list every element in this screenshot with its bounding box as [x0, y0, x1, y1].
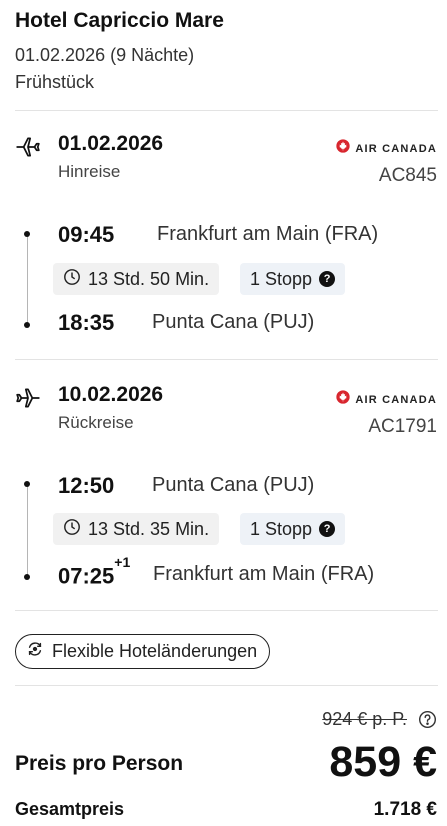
outbound-flight-number: AC845: [378, 165, 437, 186]
plane-departure-icon: [15, 134, 41, 160]
outbound-departure-time: 09:45: [58, 222, 115, 247]
return-duration-chip: 13 Std. 35 Min.: [53, 513, 220, 545]
clock-icon: [63, 268, 81, 291]
outbound-departure-place: Frankfurt am Main (FRA): [157, 223, 379, 245]
return-arrival-time: 07:25+1: [58, 554, 130, 589]
return-stops-chip[interactable]: 1 Stopp ?: [240, 513, 346, 545]
hotel-board: Frühstück: [15, 72, 95, 92]
outbound-duration: 13 Std. 50 Min.: [88, 268, 210, 289]
info-icon[interactable]: [418, 710, 437, 729]
divider: [15, 685, 438, 686]
outbound-timeline: [27, 234, 28, 324]
old-price: 924 € p. P.: [322, 709, 407, 729]
return-arrival-place: Frankfurt am Main (FRA): [153, 563, 375, 585]
total-price-value: 1.718 €: [373, 799, 437, 820]
outbound-stops-chip[interactable]: 1 Stopp ?: [240, 263, 346, 295]
plane-return-icon: [15, 385, 41, 411]
flex-change-icon: [26, 640, 44, 663]
outbound-duration-chip: 13 Std. 50 Min.: [53, 263, 220, 295]
return-timeline: [27, 484, 28, 576]
airline-name: AIR CANADA: [355, 393, 437, 406]
maple-leaf-icon: [336, 139, 350, 158]
hotel-name: Hotel Capriccio Mare: [15, 9, 224, 32]
day-offset: +1: [114, 554, 131, 570]
outbound-flight: 01.02.2026 Hinreise AIR CANADA AC845: [0, 132, 447, 372]
flexible-changes-label: Flexible Hoteländerungen: [52, 641, 258, 661]
outbound-stops: 1 Stopp: [250, 268, 313, 289]
outbound-arrival-place: Punta Cana (PUJ): [152, 311, 315, 333]
return-direction: Rückreise: [58, 413, 134, 432]
airline-logo: AIR CANADA: [336, 390, 437, 409]
divider: [15, 359, 438, 360]
outbound-direction: Hinreise: [58, 162, 121, 181]
clock-icon: [63, 518, 81, 541]
total-price-label: Gesamtpreis: [15, 799, 125, 819]
maple-leaf-icon: [336, 390, 350, 409]
question-icon[interactable]: ?: [319, 521, 336, 537]
return-duration: 13 Std. 35 Min.: [88, 518, 210, 539]
airline-name: AIR CANADA: [355, 142, 437, 155]
arrival-dot: [24, 322, 30, 328]
return-date: 10.02.2026: [58, 383, 164, 406]
departure-dot: [24, 231, 30, 237]
question-icon[interactable]: ?: [319, 271, 336, 287]
flexible-changes-button[interactable]: Flexible Hoteländerungen: [15, 634, 271, 669]
outbound-arrival-time: 18:35: [58, 310, 114, 336]
price-per-person-label: Preis pro Person: [15, 752, 184, 775]
return-flight-number: AC1791: [368, 416, 437, 437]
return-departure-time: 12:50: [58, 473, 115, 498]
arrival-time-value: 18:35: [58, 310, 115, 335]
airline-logo: AIR CANADA: [336, 139, 437, 158]
divider: [15, 610, 438, 611]
price-per-person-value: 859 €: [329, 738, 437, 786]
hotel-dates: 01.02.2026 (9 Nächte): [15, 45, 195, 65]
arrival-dot: [24, 574, 30, 580]
return-stops: 1 Stopp: [250, 518, 313, 539]
outbound-date: 01.02.2026: [58, 132, 164, 155]
return-departure-place: Punta Cana (PUJ): [152, 474, 315, 496]
departure-dot: [24, 481, 30, 487]
arrival-time-value: 07:25: [58, 563, 115, 589]
divider: [15, 110, 438, 111]
